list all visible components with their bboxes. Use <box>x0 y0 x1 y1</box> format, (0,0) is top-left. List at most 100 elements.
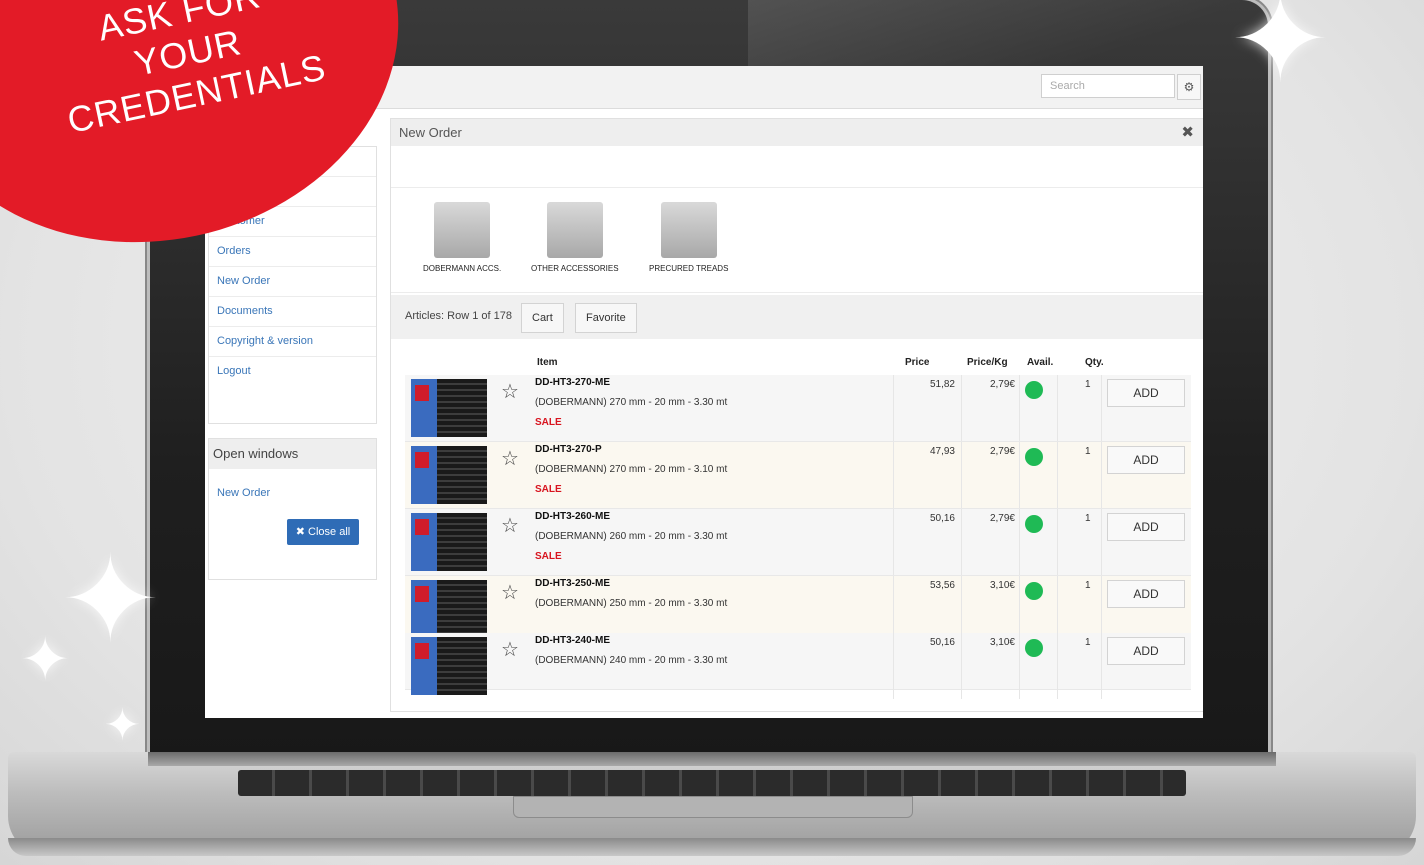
dobermann-accs-icon <box>434 202 491 258</box>
new-order-window: New Order ✖ DOBERMANN ACCS. OTHER ACCESS… <box>390 118 1203 712</box>
brand-logo-icon <box>415 519 429 535</box>
sidebar-item-documents[interactable]: Documents <box>209 297 376 327</box>
cart-button[interactable]: Cart <box>521 303 564 333</box>
star-icon[interactable]: ☆ <box>501 637 519 662</box>
star-icon[interactable]: ☆ <box>501 446 519 471</box>
close-icon[interactable]: ✖ <box>1181 119 1194 146</box>
category-precured-treads[interactable]: PRECURED TREADS <box>649 202 728 273</box>
item-description: (DOBERMANN) 260 mm - 20 mm - 3.30 mt <box>535 531 728 542</box>
item-price: 50,16 <box>929 513 955 524</box>
item-price: 51,82 <box>929 379 955 390</box>
column-qty: Qty. <box>1085 357 1104 368</box>
column-item: Item <box>537 357 558 368</box>
open-windows-title: Open windows <box>209 439 376 469</box>
availability-indicator <box>1025 515 1043 533</box>
sparkle-icon: ✦ <box>60 533 161 667</box>
category-label: OTHER ACCESSORIES <box>531 264 619 273</box>
category-label: PRECURED TREADS <box>649 264 729 273</box>
item-description: (DOBERMANN) 250 mm - 20 mm - 3.30 mt <box>535 598 728 609</box>
brand-logo-icon <box>415 586 429 602</box>
category-other-accessories[interactable]: OTHER ACCESSORIES <box>531 202 619 273</box>
star-icon[interactable]: ☆ <box>501 513 519 538</box>
item-description: (DOBERMANN) 270 mm - 20 mm - 3.10 mt <box>535 464 728 475</box>
category-label: DOBERMANN ACCS. <box>423 264 502 273</box>
star-icon[interactable]: ☆ <box>501 379 519 404</box>
table-row: ☆ DD-HT3-270-ME (DOBERMANN) 270 mm - 20 … <box>405 375 1191 442</box>
tread-icon <box>660 202 717 258</box>
tire-icon <box>437 446 487 504</box>
add-button[interactable]: ADD <box>1107 379 1185 407</box>
tire-icon <box>437 379 487 437</box>
table-row: ☆ DD-HT3-270-P (DOBERMANN) 270 mm - 20 m… <box>405 442 1191 509</box>
tire-icon <box>437 637 487 695</box>
tire-thumbnail[interactable] <box>411 446 487 504</box>
open-window-new-order[interactable]: New Order <box>209 487 376 499</box>
tire-thumbnail[interactable] <box>411 580 487 638</box>
item-price-kg: 2,79€ <box>989 513 1015 524</box>
availability-indicator <box>1025 582 1043 600</box>
tire-thumbnail[interactable] <box>411 637 487 695</box>
column-price: Price <box>905 357 930 368</box>
window-title: New Order <box>399 125 462 140</box>
item-price-kg: 2,79€ <box>989 446 1015 457</box>
column-avail: Avail. <box>1027 357 1054 368</box>
item-code: DD-HT3-240-ME <box>535 635 611 646</box>
item-description: (DOBERMANN) 270 mm - 20 mm - 3.30 mt <box>535 397 728 408</box>
item-price-kg: 3,10€ <box>989 637 1015 648</box>
gear-icon[interactable]: ⚙ <box>1177 74 1201 100</box>
sale-badge: SALE <box>535 551 562 562</box>
sidebar-item-orders[interactable]: Orders <box>209 237 376 267</box>
add-button[interactable]: ADD <box>1107 446 1185 474</box>
item-qty[interactable]: 1 <box>1085 580 1091 591</box>
item-price: 53,56 <box>929 580 955 591</box>
window-title-bar: New Order ✖ <box>391 119 1203 146</box>
sidebar-item-copyright[interactable]: Copyright & version <box>209 327 376 357</box>
table-row: ☆ DD-HT3-260-ME (DOBERMANN) 260 mm - 20 … <box>405 509 1191 576</box>
sale-badge: SALE <box>535 417 562 428</box>
item-code: DD-HT3-270-ME <box>535 377 611 388</box>
item-description: (DOBERMANN) 240 mm - 20 mm - 3.30 mt <box>535 655 728 666</box>
add-button[interactable]: ADD <box>1107 513 1185 541</box>
availability-indicator <box>1025 639 1043 657</box>
sparkle-icon: ✦ <box>104 701 141 750</box>
keyboard <box>238 770 1186 796</box>
trackpad <box>513 796 913 818</box>
item-price-kg: 3,10€ <box>989 580 1015 591</box>
availability-indicator <box>1025 448 1043 466</box>
screen: Search ⚙ Password Customer Orders New Or… <box>205 66 1203 718</box>
sparkle-icon: ✦ <box>1230 0 1331 107</box>
search-input[interactable]: Search <box>1041 74 1175 98</box>
other-accessories-icon <box>546 202 603 258</box>
table-header: Item Price Price/Kg Avail. Qty. <box>405 353 1191 371</box>
column-price-kg: Price/Kg <box>967 357 1008 368</box>
item-price-kg: 2,79€ <box>989 379 1015 390</box>
close-all-button[interactable]: ✖ Close all <box>287 519 359 545</box>
item-price: 50,16 <box>929 637 955 648</box>
brand-logo-icon <box>415 452 429 468</box>
item-qty[interactable]: 1 <box>1085 446 1091 457</box>
item-price: 47,93 <box>929 446 955 457</box>
sparkle-icon: ✦ <box>20 626 71 693</box>
laptop-base <box>8 752 1416 856</box>
star-icon[interactable]: ☆ <box>501 580 519 605</box>
item-qty[interactable]: 1 <box>1085 637 1091 648</box>
category-dobermann-accs[interactable]: DOBERMANN ACCS. <box>423 202 501 273</box>
add-button[interactable]: ADD <box>1107 637 1185 665</box>
table-row: ☆ DD-HT3-240-ME (DOBERMANN) 240 mm - 20 … <box>405 633 1191 699</box>
tire-thumbnail[interactable] <box>411 379 487 437</box>
availability-indicator <box>1025 381 1043 399</box>
brand-logo-icon <box>415 385 429 401</box>
sale-badge: SALE <box>535 484 562 495</box>
item-code: DD-HT3-270-P <box>535 444 602 455</box>
item-qty[interactable]: 1 <box>1085 379 1091 390</box>
favorite-button[interactable]: Favorite <box>575 303 637 333</box>
open-windows-panel: Open windows New Order ✖ Close all <box>208 438 377 580</box>
tire-thumbnail[interactable] <box>411 513 487 571</box>
item-qty[interactable]: 1 <box>1085 513 1091 524</box>
sidebar-item-new-order[interactable]: New Order <box>209 267 376 297</box>
add-button[interactable]: ADD <box>1107 580 1185 608</box>
category-bar: DOBERMANN ACCS. OTHER ACCESSORIES PRECUR… <box>391 187 1203 293</box>
articles-toolbar: Articles: Row 1 of 178 Cart Favorite <box>391 295 1203 339</box>
sidebar-item-logout[interactable]: Logout <box>209 357 376 386</box>
row-count: Articles: Row 1 of 178 <box>405 310 512 322</box>
